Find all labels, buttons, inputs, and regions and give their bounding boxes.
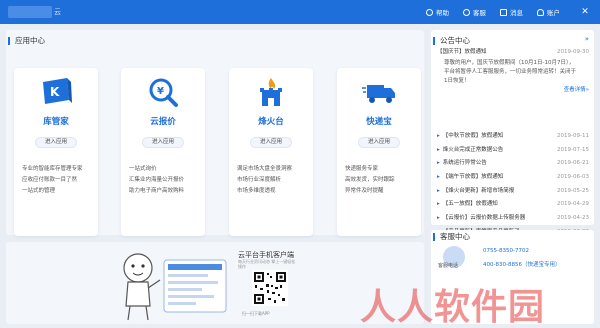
kuguanjia-logo-icon: K xyxy=(43,78,72,104)
nav-help-label: 帮助 xyxy=(436,9,449,17)
top-bar: 云 帮助 客服 消息 账户 ✕ xyxy=(0,0,600,24)
yunbaojia-logo-icon: ¥ xyxy=(149,78,178,107)
list-item[interactable]: 烽火台完成正常数据公告2019-07-15 xyxy=(437,144,589,158)
nav-account-label: 账户 xyxy=(547,9,560,17)
view-details-link[interactable]: 查看详情» xyxy=(437,86,589,95)
featured-notice-date: 2019-09-30 xyxy=(557,49,589,55)
user-icon xyxy=(537,8,544,16)
app-description: 快递服务专家 高效发货，实时跟踪 异常件及时提醒 xyxy=(345,166,395,194)
phone-screen-illustration xyxy=(163,259,227,313)
notice-list: 【中秋节放假】放假通知2019-09-11 烽火台完成正常数据公告2019-07… xyxy=(437,130,589,240)
hotline-label: 客服电话 xyxy=(438,263,459,269)
app-description: 一站式询价 汇集业内海量公开报价 助力电子商户高效购料 xyxy=(129,166,185,194)
nav-help[interactable]: 帮助 xyxy=(426,7,449,17)
close-icon[interactable]: ✕ xyxy=(580,7,590,17)
app-card-kuaidibao[interactable]: 快递宝 进入应用 快递服务专家 高效发货，实时跟踪 异常件及时提醒 xyxy=(337,68,421,236)
nav-service-label: 客服 xyxy=(473,9,486,17)
list-item[interactable]: 【烽火台更新】新增市场简报2019-05-25 xyxy=(437,185,589,199)
svg-text:¥: ¥ xyxy=(157,86,164,97)
help-icon xyxy=(426,8,433,16)
app-description: 专业的智能库存管理专家 应收应付账款一目了然 一站式的管理 xyxy=(22,166,83,194)
top-nav: 帮助 客服 消息 账户 xyxy=(426,0,560,24)
list-item[interactable]: 系统运行异常公告2019-06-21 xyxy=(437,157,589,171)
featured-notice-title[interactable]: 【国庆节】放假通知 xyxy=(437,48,487,57)
app-cards: K 库管家 进入应用 专业的智能库存管理专家 应收应付账款一目了然 一站式的管理… xyxy=(14,68,421,236)
svg-text:K: K xyxy=(50,85,60,99)
qr-code[interactable] xyxy=(252,270,288,306)
fenghuotai-logo-icon xyxy=(260,78,282,106)
brand-text: 云 xyxy=(54,8,61,16)
nav-service[interactable]: 客服 xyxy=(463,7,486,17)
watermark: 人人软件园 xyxy=(360,286,546,328)
app-name: 云报价 xyxy=(150,117,176,127)
nav-messages[interactable]: 消息 xyxy=(500,7,523,17)
enter-app-button[interactable]: 进入应用 xyxy=(142,137,184,148)
list-item[interactable]: 【五一放假】放假通知2019-04-29 xyxy=(437,198,589,212)
enter-app-button[interactable]: 进入应用 xyxy=(35,137,77,148)
enter-app-button[interactable]: 进入应用 xyxy=(358,137,400,148)
app-center-panel: 应用中心 K 库管家 进入应用 专业的智能库存管理专家 应收应付账款一目了然 一… xyxy=(6,30,424,236)
app-name: 烽火台 xyxy=(258,117,284,127)
list-item[interactable]: 【端午节放假】放假通知2019-06-03 xyxy=(437,171,589,185)
service-phone: 0755-8350-7702 xyxy=(483,248,529,254)
app-name: 快递宝 xyxy=(366,117,392,127)
featured-notice-body: 尊敬的用户，国庆节放假期间（10月1日-10月7日）， 平台将暂停人工客服服务，… xyxy=(444,60,577,84)
featured-notice[interactable]: 【国庆节】放假通知 2019-09-30 尊敬的用户，国庆节放假期间（10月1日… xyxy=(437,48,589,95)
list-item[interactable]: 【云报价】云报价数据上传服务器2019-04-23 xyxy=(437,212,589,226)
notice-panel: 公告中心 » 【国庆节】放假通知 2019-09-30 尊敬的用户，国庆节放假期… xyxy=(431,30,594,235)
brand-logo[interactable] xyxy=(8,6,52,18)
app-center-title: 应用中心 xyxy=(8,37,45,45)
notice-title: 公告中心 xyxy=(433,37,470,45)
mail-icon xyxy=(500,8,507,16)
nav-account[interactable]: 账户 xyxy=(537,7,560,17)
mascot-illustration xyxy=(123,253,161,321)
app-card-fenghuotai[interactable]: 烽火台 进入应用 满足市场大盘全景洞察 市场行业深度解析 市场多维度透视 xyxy=(229,68,313,236)
enter-app-button[interactable]: 进入应用 xyxy=(250,137,292,148)
nav-messages-label: 消息 xyxy=(510,9,523,17)
app-name: 库管家 xyxy=(43,117,69,127)
promo-subtitle: 每天行业资讯动态 掌上一键轻松操作 xyxy=(238,259,296,269)
app-card-kuguanjia[interactable]: K 库管家 进入应用 专业的智能库存管理专家 应收应付账款一目了然 一站式的管理 xyxy=(14,68,98,236)
list-item[interactable]: 【中秋节放假】放假通知2019-09-11 xyxy=(437,130,589,144)
chevron-right-icon[interactable]: » xyxy=(585,35,589,43)
kuaidibao-logo-icon xyxy=(362,85,395,103)
headset-icon xyxy=(463,8,470,16)
app-description: 满足市场大盘全景洞察 市场行业深度解析 市场多维度透视 xyxy=(237,166,293,194)
service-center-title: 客服中心 xyxy=(433,233,470,241)
app-card-yunbaojia[interactable]: ¥ 云报价 进入应用 一站式询价 汇集业内海量公开报价 助力电子商户高效购料 xyxy=(121,68,205,236)
express-phone: 400-830-8856（快递宝专用） xyxy=(483,262,561,268)
qr-caption: 扫一扫下载APP xyxy=(242,311,270,316)
